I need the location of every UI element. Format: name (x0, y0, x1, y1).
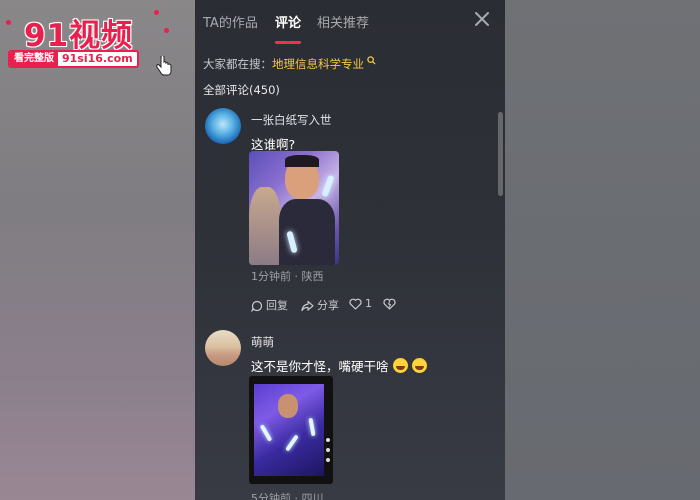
tab-works[interactable]: TA的作品 (203, 12, 258, 31)
laughing-emoji-icon (411, 358, 427, 373)
comment-username[interactable]: 一张白纸写入世 (251, 112, 332, 128)
dislike-icon (383, 298, 396, 310)
reply-button[interactable]: 回复 (251, 297, 288, 313)
comment-time-location: 1分钟前 · 陕西 (251, 270, 324, 283)
tab-comments[interactable]: 评论 (275, 12, 301, 31)
comment-image[interactable] (249, 151, 339, 265)
pointer-hand-icon (156, 55, 172, 80)
watermark-badge-label: 看完整版 (10, 52, 58, 66)
comment-username[interactable]: 萌萌 (251, 334, 274, 350)
avatar[interactable] (205, 330, 241, 366)
comment-text-row: 这不是你才怪，嘴硬干啥 (251, 356, 427, 375)
watermark-dot (164, 28, 169, 33)
glow-stick (321, 174, 335, 198)
watermark-dot (154, 10, 159, 15)
watermark-site: 91si16.com (62, 52, 133, 65)
reply-label: 回复 (266, 299, 288, 312)
comment-text: 这不是你才怪，嘴硬干啥 (251, 359, 389, 374)
tab-recommendations[interactable]: 相关推荐 (317, 12, 369, 31)
glow-stick (285, 434, 299, 452)
comment-time-location: 5分钟前 · 四川 (251, 492, 324, 500)
like-button[interactable]: 1 (349, 297, 372, 310)
comment-count: 全部评论(450) (203, 83, 280, 97)
photo-hair (285, 155, 319, 167)
watermark-badge: 看完整版 91si16.com (8, 50, 139, 68)
site-watermark: 91视频 看完整版 91si16.com (4, 4, 184, 84)
comments-panel: TA的作品 评论 相关推荐 大家都在搜：地理信息科学专业 全部评论(450) 一… (195, 0, 505, 500)
glow-stick (259, 424, 273, 442)
comment-icon (251, 300, 263, 313)
avatar[interactable] (205, 108, 241, 144)
video-side-icons (326, 438, 330, 468)
watermark-dot (6, 20, 11, 25)
share-label: 分享 (317, 299, 339, 312)
like-count: 1 (365, 297, 372, 310)
search-icon[interactable] (364, 56, 376, 68)
trending-search-hint: 大家都在搜：地理信息科学专业 (203, 56, 376, 72)
heart-icon (349, 298, 362, 310)
photo-scene (254, 384, 324, 476)
share-button[interactable]: 分享 (301, 297, 339, 313)
laughing-emoji-icon (392, 358, 408, 373)
comment-image[interactable] (249, 376, 333, 484)
scrollbar-thumb[interactable] (498, 112, 503, 196)
tab-bar: TA的作品 评论 相关推荐 (195, 0, 505, 44)
video-background-right (505, 0, 700, 500)
share-icon (301, 300, 314, 312)
watermark-title: 91视频 (24, 18, 134, 54)
photo-figure (249, 187, 281, 265)
dislike-button[interactable] (383, 297, 399, 310)
active-tab-indicator (275, 41, 301, 44)
photo-face (278, 394, 298, 418)
search-hint-query[interactable]: 地理信息科学专业 (272, 57, 364, 71)
search-hint-prefix: 大家都在搜： (203, 57, 272, 71)
close-icon[interactable] (471, 8, 493, 30)
glow-stick (308, 417, 316, 437)
